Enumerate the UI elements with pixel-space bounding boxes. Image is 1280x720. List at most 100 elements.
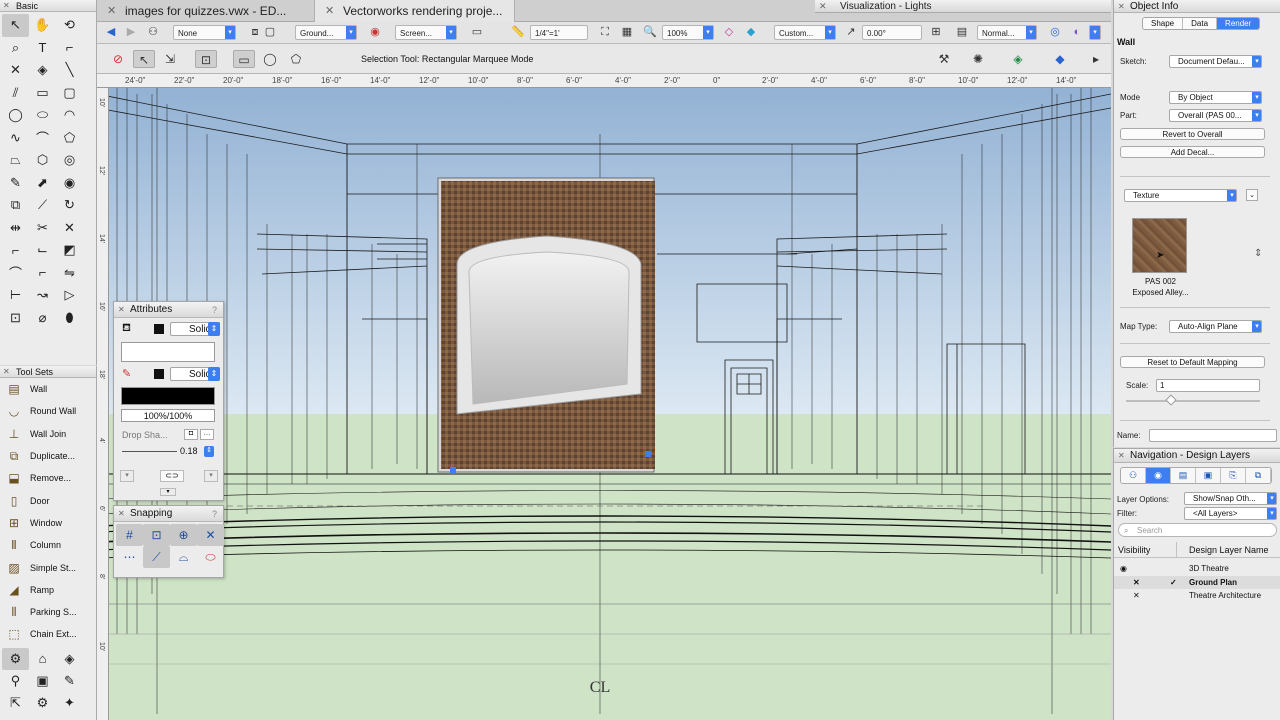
disable-selection-icon[interactable]: ⊘ [107,50,129,68]
rectangle-icon[interactable]: ▭ [29,82,56,105]
tool-set-item[interactable]: Ⅱ Column [0,534,96,556]
tab-shape[interactable]: Shape [1143,18,1184,29]
tool-set-item[interactable]: ⬚ Chain Ext... [0,623,96,645]
snap-to-tangent-icon[interactable]: ⬭ [197,546,224,568]
help-icon[interactable]: ? [212,506,217,522]
chevron-updown-icon[interactable]: ⇕ [204,446,214,457]
eyedropper-icon[interactable]: ✎ [2,172,29,195]
plane-icon[interactable]: ↗ [843,25,859,40]
layer-row[interactable]: ✕ ✓ Ground Plan [1114,575,1280,589]
rotate-plan-icon[interactable]: ⊞ [928,25,944,40]
objects-icon[interactable]: ▣ [29,670,56,692]
stacking-mode-dropdown[interactable]: Normal... ▾ [977,25,1037,40]
close-icon[interactable]: ✕ [1118,449,1125,463]
mode-dropdown[interactable]: By Object ▾ [1169,91,1262,104]
flyover-icon[interactable]: ⟲ [56,14,83,37]
eye-icon[interactable]: ◉ [1120,562,1127,575]
page-icon[interactable]: ▭ [469,25,485,40]
shadow-options-button[interactable]: … [200,429,214,440]
tool-set-item[interactable]: ▤ Wall [0,378,96,400]
pen-color-swatch[interactable] [154,369,164,379]
view-dropdown[interactable]: Screen... ▾ [395,25,457,40]
selected-wall[interactable] [437,177,655,473]
drawing-canvas[interactable]: CL 24'-0" 22'-0" 20'-0" 18'-0" 16'-0" 14'-0" 1… [97,74,1111,720]
polyline-icon[interactable]: ⌒ [29,127,56,150]
arrow-cursor-icon[interactable]: ↖ [2,14,29,37]
perspective-icon[interactable]: ◐ [1069,25,1085,40]
tool-sets-title-bar[interactable]: ✕ Tool Sets [0,366,96,378]
building-shell-icon[interactable]: ⚙ [2,647,29,670]
add-decal-button[interactable]: Add Decal... [1120,146,1265,158]
snap-to-angle-icon[interactable]: ⊕ [170,524,197,546]
design-layers-icon[interactable]: ◉ [1146,468,1171,483]
pen-preview[interactable] [121,387,215,405]
single-object-mode-icon[interactable]: ↖ [133,50,155,68]
fillet-icon[interactable]: ⌐ [2,239,29,262]
hidden-x-icon[interactable]: ✕ [1133,589,1140,602]
select-similar-icon[interactable]: ⚒ [933,50,955,68]
rotate-icon[interactable]: ↻ [56,194,83,217]
smart-edge-icon[interactable]: ⌓ [170,546,197,568]
lasso-marquee-icon[interactable]: ◯ [259,50,281,68]
double-line-icon[interactable]: ⫽ [2,82,29,105]
sheet-layers-icon[interactable]: ▤ [1171,468,1196,483]
link-arrowheads-icon[interactable]: ⊂⊃ [160,470,184,482]
polygon-icon[interactable]: ⬠ [56,127,83,150]
zoom-dropdown[interactable]: 100% ▾ [662,25,714,40]
rectangular-marquee-icon[interactable]: ▭ [233,50,255,68]
mirror-icon[interactable]: ⇹ [2,217,29,240]
angle-field[interactable]: 0.00° [862,25,922,40]
fill-preview[interactable] [121,342,215,362]
fill-color-swatch[interactable] [154,324,164,334]
tool-set-item[interactable]: ▨ Simple St... [0,556,96,578]
expand-attributes-icon[interactable]: ▾ [160,488,176,496]
flyover-mode-icon[interactable]: ◆ [1049,50,1071,68]
clip-icon[interactable]: ◩ [56,239,83,262]
multiple-objects-mode-icon[interactable]: ⇲ [159,50,181,68]
arrowhead-end-icon[interactable]: ▾ [204,470,218,482]
attributes-title-bar[interactable]: ✕ Attributes ? [114,302,223,318]
close-icon[interactable]: ✕ [2,59,29,82]
visualization-palette-bar[interactable]: ✕ Visualization - Lights [815,0,1111,13]
split-icon[interactable]: ✂ [29,217,56,240]
document-tab-quizzes[interactable]: ✕ images for quizzes.vwx - ED... [97,0,315,22]
snap-to-distance-icon[interactable]: ⋯ [116,546,143,568]
texture-dropdown[interactable]: Texture ▾ [1124,189,1237,202]
unified-view-icon[interactable]: ◇ [721,25,737,40]
snap-to-grid-icon[interactable]: # [116,524,143,546]
layer-dropdown[interactable]: Ground... ▾ [295,25,357,40]
texture-thumbnail[interactable] [1132,218,1187,273]
bezier-icon[interactable]: ⌀ [29,307,56,330]
close-icon[interactable]: ✕ [3,366,10,378]
offset-icon[interactable]: ⧉ [2,194,29,217]
furniture-icon[interactable]: ⌂ [29,648,56,670]
document-tab-rendering[interactable]: ✕ Vectorworks rendering proje... [315,0,515,22]
map-type-dropdown[interactable]: Auto-Align Plane ▾ [1169,320,1262,333]
close-icon[interactable]: ✕ [118,506,125,522]
tool-set-item[interactable]: ⊥ Wall Join [0,423,96,445]
machine-design-icon[interactable]: ⚙ [29,692,56,714]
references-icon[interactable]: ⎘ [1221,468,1246,483]
fill-style-dropdown[interactable]: Solid ⇕ [170,322,220,336]
zoom-to-page-icon[interactable]: ▦ [619,25,635,40]
scale-slider-track[interactable] [1126,400,1260,402]
detailing-icon[interactable]: ⇱ [2,692,29,714]
class-options-icon[interactable]: ⚇ [145,25,161,40]
reshape-icon[interactable]: ⬈ [29,172,56,195]
arrowhead-start-icon[interactable]: ▾ [120,470,134,482]
revert-to-overall-button[interactable]: Revert to Overall [1120,128,1265,140]
palette-title-bar[interactable]: ✕ Basic [0,0,96,12]
name-column-header[interactable]: Design Layer Name [1189,542,1269,558]
pen-style-dropdown[interactable]: Solid ⇕ [170,367,220,381]
snap-to-intersection-icon[interactable]: ✕ [197,524,224,546]
snap-settings-icon[interactable]: ✺ [967,50,989,68]
paint-bucket-icon[interactable]: ⬮ [56,307,83,330]
zoom-icon[interactable]: ⌕ [2,37,29,60]
interactive-scaling-icon[interactable]: ⊡ [195,50,217,68]
tool-set-item[interactable]: ⧉ Duplicate... [0,445,96,467]
back-arrow-icon[interactable]: ◀ [103,25,119,40]
tab-render[interactable]: Render [1217,18,1260,29]
close-icon[interactable]: ✕ [3,0,10,12]
gradient-icon[interactable]: ▷ [56,284,83,307]
layer-options-icon[interactable]: ⧈ [247,25,263,40]
